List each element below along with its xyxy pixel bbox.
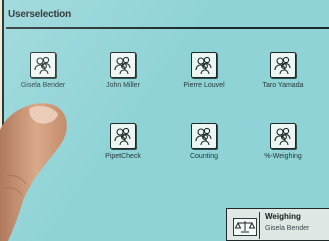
scale-icon bbox=[233, 218, 257, 236]
users-icon bbox=[191, 52, 217, 78]
users-icon bbox=[30, 123, 56, 149]
users-icon bbox=[110, 123, 136, 149]
users-icon bbox=[30, 52, 56, 78]
users-icon bbox=[191, 123, 217, 149]
title-divider bbox=[6, 27, 329, 29]
users-icon bbox=[270, 123, 296, 149]
mode-tile-pipetcheck[interactable]: PipetCheck bbox=[86, 123, 160, 167]
user-tile-pierre-louvel[interactable]: Pierre Louvel bbox=[167, 52, 241, 96]
user-label: Pierre Louvel bbox=[183, 82, 225, 89]
mode-label: ...tal bbox=[36, 153, 50, 160]
user-label: Taro Yamada bbox=[262, 82, 304, 89]
status-divider bbox=[259, 212, 260, 239]
user-label: Gisela Bender bbox=[20, 82, 66, 89]
users-icon bbox=[110, 52, 136, 78]
mode-tile-partial[interactable]: ...tal bbox=[6, 123, 80, 167]
mode-label: %-Weighing bbox=[264, 153, 302, 160]
touch-screen: Userselection Gisela Bender John Miller … bbox=[2, 0, 329, 241]
page-title: Userselection bbox=[8, 9, 71, 20]
status-mode: Weighing bbox=[265, 212, 301, 221]
mode-label: Counting bbox=[189, 153, 219, 160]
status-panel[interactable]: Weighing Gisela Bender bbox=[226, 208, 329, 241]
mode-tile-counting[interactable]: Counting bbox=[167, 123, 241, 167]
mode-label: PipetCheck bbox=[105, 153, 141, 160]
screen-glare bbox=[4, 0, 329, 241]
mode-tile-percent-weighing[interactable]: %-Weighing bbox=[246, 123, 320, 167]
status-user: Gisela Bender bbox=[265, 225, 310, 232]
user-tile-taro-yamada[interactable]: Taro Yamada bbox=[246, 52, 320, 96]
user-tile-gisela-bender[interactable]: Gisela Bender bbox=[6, 52, 80, 96]
users-icon bbox=[270, 52, 296, 78]
user-label: John Miller bbox=[106, 82, 140, 89]
user-tile-john-miller[interactable]: John Miller bbox=[86, 52, 160, 96]
